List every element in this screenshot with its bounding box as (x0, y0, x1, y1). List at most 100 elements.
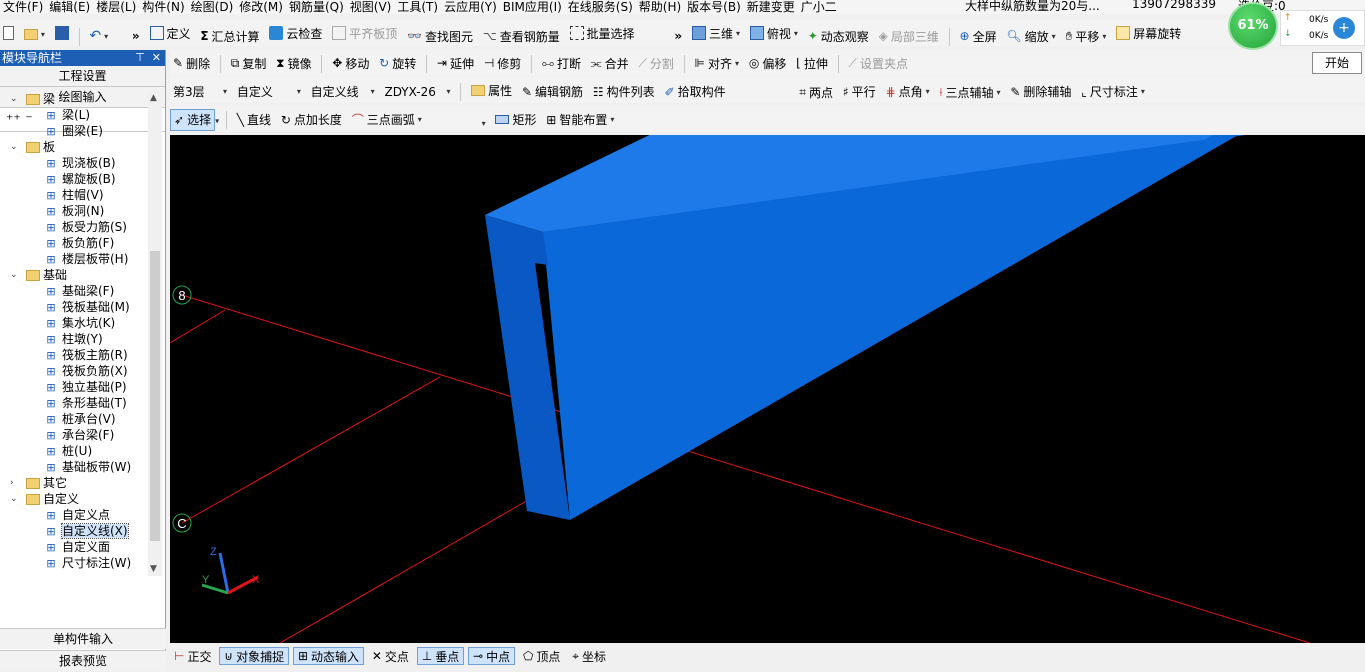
menu-item[interactable]: 绘图(D) (188, 1, 237, 13)
menu-item[interactable]: 帮助(H) (636, 1, 684, 13)
tree-item[interactable]: ⊞ 自定义面 (0, 539, 148, 555)
perpendicular-toggle[interactable]: ⊥ 垂点 (416, 647, 465, 665)
menu-item[interactable]: 构件(N) (139, 1, 187, 13)
menu-item[interactable]: 广小二 (798, 1, 840, 13)
menu-item[interactable]: BIM应用(I) (500, 1, 565, 13)
tree-item[interactable]: ⊞ 圈梁(E) (0, 123, 148, 139)
floor-select[interactable]: 第3层 ▾ (170, 81, 230, 101)
select-dropdown[interactable]: ▾ (215, 117, 219, 126)
tree-item[interactable]: ⊞ 承台梁(F) (0, 427, 148, 443)
tree-folder[interactable]: ⌄ 自定义 (0, 491, 148, 507)
tree-folder[interactable]: ⌄ 基础 (0, 267, 148, 283)
menu-item[interactable]: 版本号(B) (684, 1, 744, 13)
rotate-button[interactable]: ↻ 旋转 (376, 52, 419, 74)
rect-button[interactable]: 矩形 (492, 108, 539, 130)
split-button[interactable]: ⟋ 分割 (635, 53, 676, 75)
type-select[interactable]: 自定义 ▾ (234, 81, 304, 101)
align-slab-top-button[interactable]: 平齐板顶 (329, 22, 400, 44)
point-length-button[interactable]: ↻ 点加长度 (278, 109, 345, 131)
menu-item[interactable]: 文件(F) (0, 1, 46, 13)
subtype-select[interactable]: 自定义线 ▾ (308, 81, 378, 101)
collapse-icon[interactable]: ⌄ (10, 267, 20, 283)
cloud-check-button[interactable]: 云检查 (266, 22, 325, 44)
menu-item[interactable]: 编辑(E) (46, 1, 93, 13)
pan-button[interactable]: ✋︎ 平移 ▾ (1063, 26, 1110, 48)
smart-layout-button[interactable]: ⊞ 智能布置 ▾ (543, 109, 617, 131)
collapse-icon[interactable]: ⌄ (10, 91, 20, 107)
line-button[interactable]: ╲ 直线 (234, 109, 274, 131)
menu-item[interactable]: 新建变更 (744, 1, 798, 13)
menu-item[interactable]: 工具(T) (394, 1, 441, 13)
toolbar-overflow[interactable]: » (129, 25, 143, 47)
tree-item[interactable]: ⊞ 柱帽(V) (0, 187, 148, 203)
fullscreen-button[interactable]: ⊕ 全屏 (957, 25, 1000, 47)
menu-item[interactable]: 钢筋量(Q) (286, 1, 347, 13)
undo-button[interactable]: ↶ ▾ (86, 25, 111, 47)
tree-scrollbar[interactable]: ▲ ▼ (148, 91, 162, 576)
coordinate-toggle[interactable]: ⌖ 坐标 (568, 648, 610, 666)
plus-icon[interactable]: + (1333, 17, 1355, 39)
ortho-toggle[interactable]: ⊢ 正交 (170, 647, 215, 665)
tree-item[interactable]: ⊞ 集水坑(K) (0, 315, 148, 331)
point-angle-button[interactable]: ⋕ 点角 ▾ (883, 81, 933, 103)
new-file-button[interactable] (0, 22, 17, 44)
view-rebar-button[interactable]: ⌥ 查看钢筋量 (480, 25, 563, 47)
collapse-icon[interactable]: ⌄ (10, 139, 20, 155)
trim-button[interactable]: ⊣ 修剪 (481, 52, 524, 74)
account-label[interactable]: 13907298339 (1132, 0, 1216, 11)
element-select[interactable]: ZDYX-26 ▾ (381, 82, 453, 102)
collapse-icon[interactable]: ⌄ (10, 491, 20, 507)
tree-item[interactable]: ⊞ 桩(U) (0, 443, 148, 459)
intersection-toggle[interactable]: ✕ 交点 (368, 647, 413, 665)
close-icon[interactable]: ✕ (152, 51, 161, 64)
tree-folder[interactable]: › 其它 (0, 475, 148, 491)
scrollbar-thumb[interactable] (150, 251, 160, 541)
two-points-button[interactable]: ⌗ 两点 (796, 81, 836, 103)
tree-item[interactable]: ⊞ 自定义线(X) (0, 523, 148, 539)
find-element-button[interactable]: 👓 查找图元 (404, 25, 476, 47)
menu-item[interactable]: 在线服务(S) (565, 1, 636, 13)
summary-button[interactable]: Σ 汇总计算 (197, 25, 262, 47)
menu-item[interactable]: 楼层(L) (93, 1, 139, 13)
vertex-toggle[interactable]: ⬠ 顶点 (519, 647, 564, 665)
local-3d-button[interactable]: ◈ 局部三维 (876, 25, 942, 47)
tree-item[interactable]: ⊞ 螺旋板(B) (0, 171, 148, 187)
open-file-button[interactable]: ▾ (21, 24, 48, 46)
tree-item[interactable]: ⊞ 现浇板(B) (0, 155, 148, 171)
stretch-button[interactable]: ⌊ 拉伸 (793, 52, 831, 74)
project-settings-button[interactable]: 工程设置 (0, 66, 165, 87)
three-point-axis-button[interactable]: ⟊ 三点辅轴 ▾ (936, 81, 1003, 103)
offset-button[interactable]: ◎ 偏移 (746, 52, 790, 74)
tree-folder[interactable]: ⌄ 板 (0, 139, 148, 155)
extend-button[interactable]: ⇥ 延伸 (434, 52, 477, 74)
three-d-button[interactable]: 三维 ▾ (689, 22, 743, 44)
element-list-button[interactable]: ☷ 构件列表 (590, 81, 658, 103)
tree-item[interactable]: ⊞ 筏板负筋(X) (0, 363, 148, 379)
save-button[interactable] (52, 22, 72, 44)
delete-button[interactable]: ✎ 删除 (170, 52, 213, 74)
properties-button[interactable]: 属性 (468, 79, 515, 101)
tree-item[interactable]: ⊞ 板受力筋(S) (0, 219, 148, 235)
screen-rotate-button[interactable]: 屏幕旋转 (1113, 22, 1184, 44)
top-view-button[interactable]: 俯视 ▾ (747, 22, 801, 44)
three-point-arc-button[interactable]: ⌒ 三点画弧 ▾ (349, 108, 425, 130)
edit-rebar-button[interactable]: ✎ 编辑钢筋 (519, 81, 586, 103)
snap-toggle[interactable]: ⊍ 对象捕捉 (219, 647, 290, 665)
report-preview-button[interactable]: 报表预览 (0, 650, 166, 671)
toolbar-overflow-2[interactable]: » (671, 25, 685, 47)
tree-item[interactable]: ⊞ 梁(L) (0, 107, 148, 123)
arc-option-select[interactable]: ▾ (429, 114, 489, 134)
tree-item[interactable]: ⊞ 基础梁(F) (0, 283, 148, 299)
single-input-button[interactable]: 单构件输入 (0, 628, 166, 649)
expand-icon[interactable]: › (10, 475, 20, 491)
tree-item[interactable]: ⊞ 板负筋(F) (0, 235, 148, 251)
tree-item[interactable]: ⊞ 楼层板带(H) (0, 251, 148, 267)
mirror-button[interactable]: ⧗ 镜像 (273, 53, 314, 75)
tree-item[interactable]: ⊞ 筏板主筋(R) (0, 347, 148, 363)
tree-item[interactable]: ⊞ 桩承台(V) (0, 411, 148, 427)
tree-item[interactable]: ⊞ 尺寸标注(W) (0, 555, 148, 571)
performance-badge[interactable]: 61% (1228, 2, 1278, 50)
dynamic-input-toggle[interactable]: ⊞ 动态输入 (292, 647, 365, 665)
tree-folder[interactable]: ⌄ 梁 (0, 91, 148, 107)
break-button[interactable]: ⧟ 打断 (539, 53, 584, 75)
